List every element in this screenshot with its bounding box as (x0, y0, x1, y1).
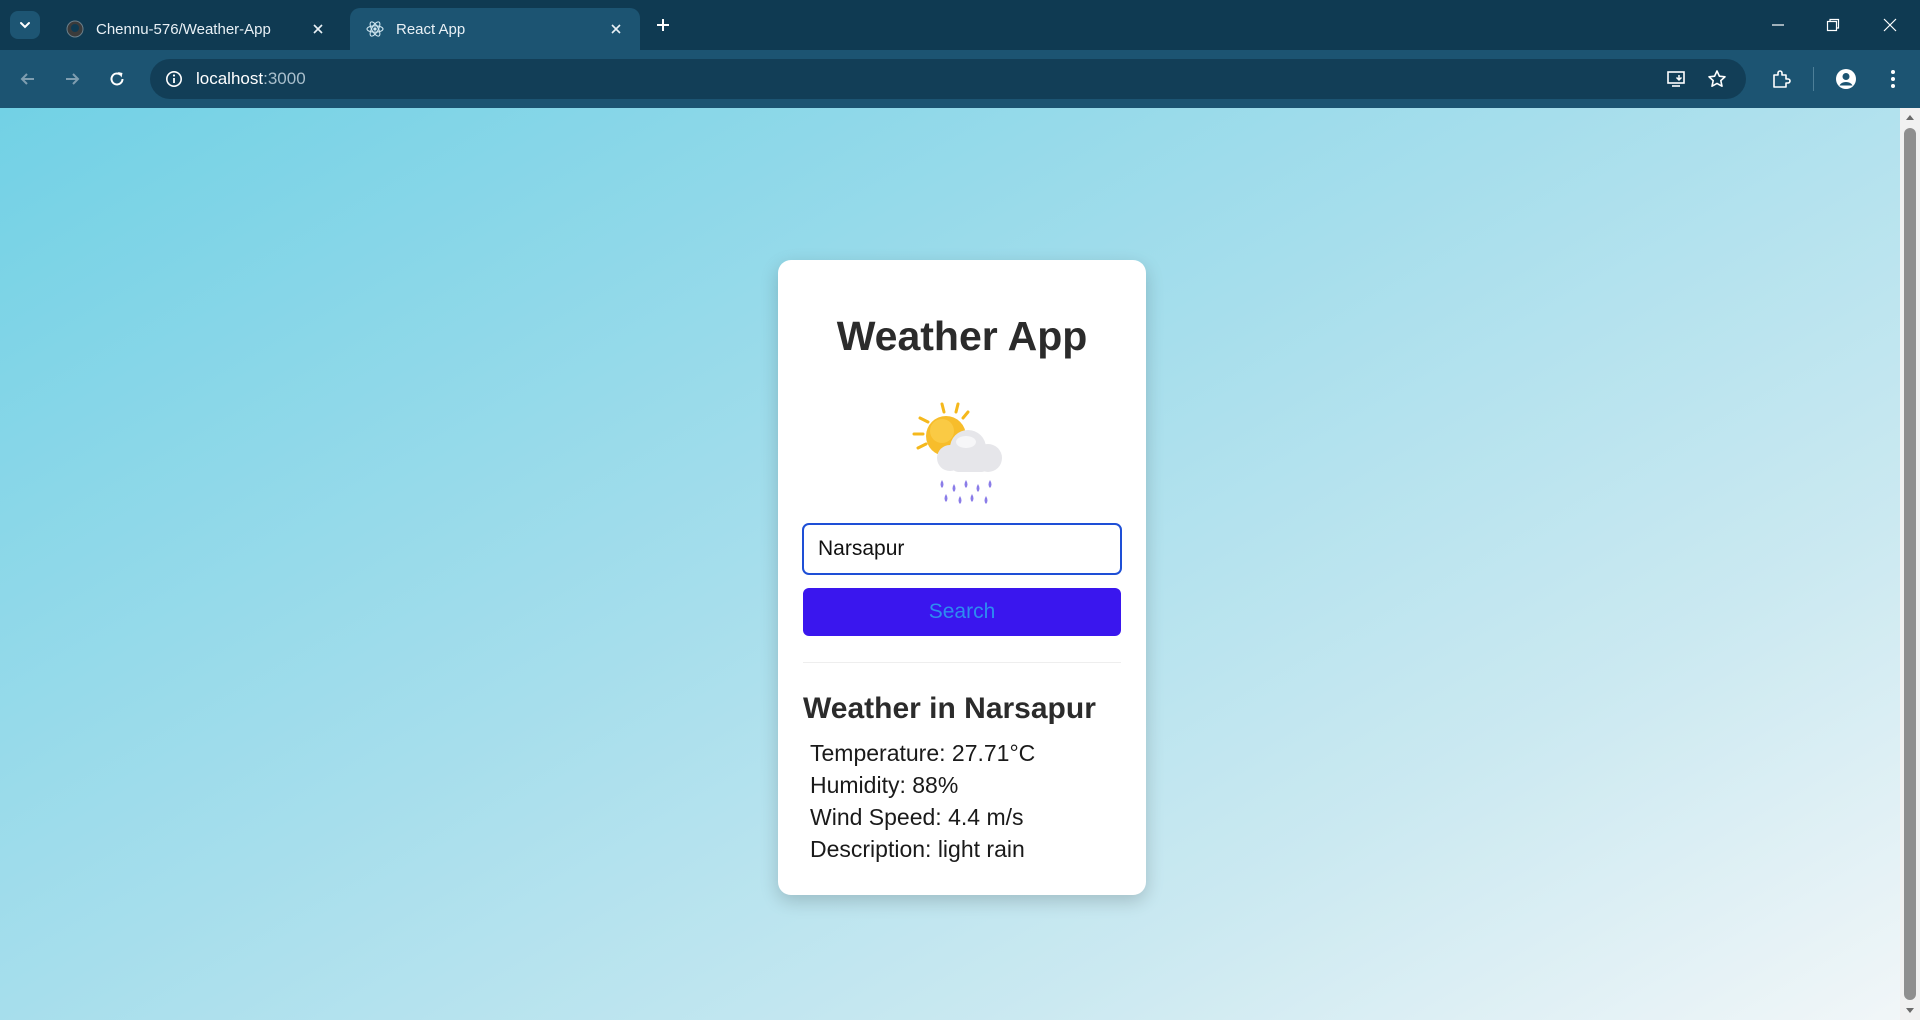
restore-button[interactable] (1813, 10, 1853, 40)
back-button[interactable] (13, 64, 43, 94)
scrollbar-thumb[interactable] (1904, 128, 1916, 1000)
minimize-icon (1772, 24, 1784, 26)
reload-icon (110, 72, 124, 86)
reload-button[interactable] (102, 64, 132, 94)
react-icon (366, 20, 384, 38)
search-button[interactable]: Search (803, 588, 1121, 636)
sun-behind-rain-cloud-icon (912, 402, 1002, 504)
minimize-button[interactable] (1758, 10, 1798, 40)
chevron-down-icon (20, 22, 30, 29)
app-title: Weather App (836, 313, 1088, 359)
bookmark-star-icon[interactable] (1703, 65, 1731, 93)
site-info-icon[interactable] (160, 65, 188, 93)
address-url[interactable]: localhost:3000 (196, 59, 306, 99)
close-icon[interactable] (606, 19, 626, 39)
weather-details: Temperature: 27.71°C Humidity: 88% Wind … (810, 737, 1035, 865)
tab-github[interactable]: Chennu-576/Weather-App (50, 8, 342, 50)
page-viewport: Weather App Narsapur Search Weather in N… (0, 108, 1900, 1020)
extensions-button[interactable] (1766, 64, 1796, 94)
tab-title: Chennu-576/Weather-App (96, 20, 271, 38)
wind-speed-text: Wind Speed: 4.4 m/s (810, 804, 1024, 830)
url-host: localhost (196, 69, 264, 88)
weather-card: Weather App Narsapur Search Weather in N… (778, 260, 1146, 895)
temperature-text: Temperature: 27.71°C (810, 740, 1036, 766)
puzzle-icon (1773, 70, 1791, 88)
humidity-text: Humidity: 88% (810, 772, 959, 798)
toolbar-separator (1813, 67, 1814, 91)
address-bar[interactable]: localhost:3000 (150, 59, 1746, 99)
close-window-button[interactable] (1870, 10, 1910, 40)
scroll-down-arrow-icon[interactable] (1900, 1002, 1920, 1020)
install-app-icon[interactable] (1662, 65, 1690, 93)
divider (803, 662, 1121, 663)
arrow-left-icon (20, 73, 34, 85)
arrow-right-icon (66, 73, 80, 85)
new-tab-button[interactable] (650, 12, 676, 38)
restore-icon (1826, 18, 1840, 32)
plus-icon (657, 19, 669, 31)
browser-toolbar: localhost:3000 (0, 50, 1920, 108)
tab-search-button[interactable] (10, 11, 40, 39)
result-heading: Weather in Narsapur (803, 692, 1096, 725)
close-icon[interactable] (308, 19, 328, 39)
url-port: :3000 (263, 69, 306, 88)
more-vertical-icon (1891, 70, 1895, 88)
scroll-up-arrow-icon[interactable] (1900, 108, 1920, 126)
forward-button[interactable] (57, 64, 87, 94)
tab-react-app[interactable]: React App (350, 8, 640, 50)
github-icon (66, 20, 84, 38)
profile-button[interactable] (1831, 64, 1861, 94)
tab-strip: Chennu-576/Weather-App React App (0, 0, 1920, 50)
vertical-scrollbar[interactable] (1900, 108, 1920, 1020)
description-text: Description: light rain (810, 836, 1025, 862)
menu-button[interactable] (1878, 64, 1908, 94)
avatar-icon (1836, 69, 1856, 89)
city-search-input[interactable] (802, 523, 1122, 575)
close-icon (1883, 18, 1897, 32)
tab-title: React App (396, 20, 466, 38)
